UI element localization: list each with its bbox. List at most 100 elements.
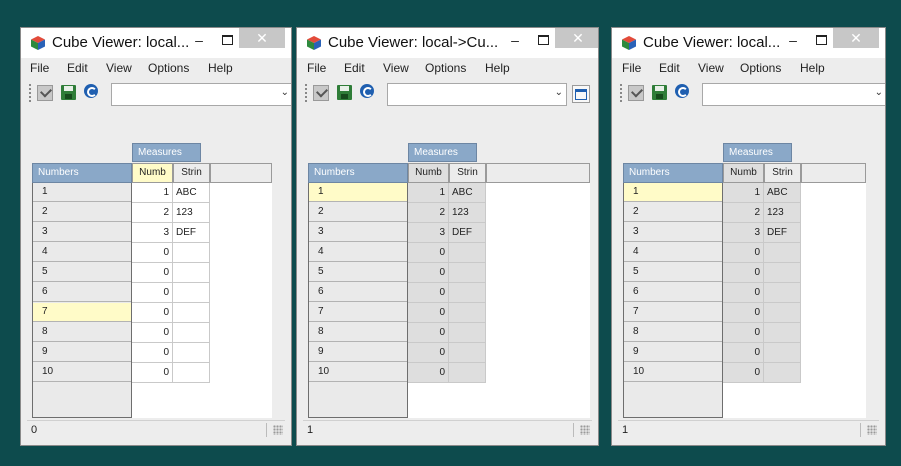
cell-strin[interactable] <box>764 283 801 303</box>
cell-strin[interactable]: ABC <box>764 183 801 203</box>
row-header[interactable]: 8 <box>309 323 407 342</box>
cell-strin[interactable] <box>764 363 801 383</box>
close-button[interactable]: ✕ <box>239 28 285 48</box>
row-header[interactable]: 6 <box>309 283 407 302</box>
row-header[interactable]: 5 <box>33 263 131 282</box>
measures-header[interactable]: Measures <box>132 143 201 162</box>
save-icon[interactable] <box>337 85 352 100</box>
save-icon[interactable] <box>61 85 76 100</box>
cell-numb[interactable]: 0 <box>723 243 764 263</box>
col-header-numb[interactable]: Numb <box>723 163 764 183</box>
col-header-strin[interactable]: Strin <box>764 163 801 183</box>
cell-strin[interactable] <box>173 303 210 323</box>
cube-viewer-window-2[interactable]: Cube Viewer: local->Cu... – ✕ File Edit … <box>296 27 599 446</box>
row-header-selected[interactable]: 7 <box>33 303 131 322</box>
cell-numb[interactable]: 0 <box>723 363 764 383</box>
cell-numb[interactable]: 0 <box>723 343 764 363</box>
view-combo[interactable]: ⌄ <box>387 83 567 106</box>
measures-header[interactable]: Measures <box>408 143 477 162</box>
cell-strin[interactable] <box>173 323 210 343</box>
menu-options[interactable]: Options <box>425 61 466 75</box>
cell-strin[interactable] <box>173 343 210 363</box>
cell-numb[interactable]: 0 <box>132 263 173 283</box>
cell-numb[interactable]: 0 <box>132 303 173 323</box>
cell-strin[interactable]: 123 <box>449 203 486 223</box>
menu-view[interactable]: View <box>383 61 409 75</box>
col-header-numb[interactable]: Numb <box>408 163 449 183</box>
cell-numb[interactable]: 0 <box>132 243 173 263</box>
minimize-button[interactable]: – <box>781 30 805 52</box>
cell-numb[interactable]: 0 <box>408 323 449 343</box>
cell-strin[interactable]: 123 <box>173 203 210 223</box>
maximize-button[interactable] <box>809 30 833 52</box>
cell-strin[interactable]: DEF <box>449 223 486 243</box>
maximize-button[interactable] <box>531 30 555 52</box>
cube-viewer-window-1[interactable]: Cube Viewer: local... – ✕ File Edit View… <box>20 27 292 446</box>
row-header[interactable]: 4 <box>33 243 131 262</box>
menu-edit[interactable]: Edit <box>659 61 680 75</box>
menu-view[interactable]: View <box>698 61 724 75</box>
cell-strin[interactable] <box>449 363 486 383</box>
title-bar[interactable]: Cube Viewer: local->Cu... – ✕ <box>297 28 598 58</box>
cell-strin[interactable] <box>449 343 486 363</box>
row-header[interactable]: 10 <box>309 363 407 382</box>
resize-grip-icon[interactable] <box>273 425 283 435</box>
refresh-icon[interactable] <box>360 84 374 98</box>
menu-help[interactable]: Help <box>800 61 825 75</box>
cell-numb[interactable]: 2 <box>723 203 764 223</box>
col-header-strin[interactable]: Strin <box>449 163 486 183</box>
toolbar-grip[interactable] <box>29 84 31 102</box>
check-icon[interactable] <box>313 85 329 101</box>
refresh-icon[interactable] <box>84 84 98 98</box>
cell-strin[interactable] <box>449 323 486 343</box>
toolbar-grip[interactable] <box>620 84 622 102</box>
row-header[interactable]: 1 <box>33 183 131 202</box>
check-icon[interactable] <box>628 85 644 101</box>
check-icon[interactable] <box>37 85 53 101</box>
row-header-selected[interactable]: 1 <box>309 183 407 202</box>
row-header[interactable]: 2 <box>309 203 407 222</box>
row-header[interactable]: 6 <box>624 283 722 302</box>
row-header[interactable]: 3 <box>33 223 131 242</box>
menu-view[interactable]: View <box>106 61 132 75</box>
cell-strin[interactable] <box>173 363 210 383</box>
cell-numb[interactable]: 0 <box>132 343 173 363</box>
cell-numb[interactable]: 0 <box>408 283 449 303</box>
row-header[interactable]: 9 <box>33 343 131 362</box>
cell-numb[interactable]: 0 <box>723 323 764 343</box>
cell-numb[interactable]: 0 <box>723 283 764 303</box>
cell-numb[interactable]: 1 <box>132 183 173 203</box>
cell-numb[interactable]: 3 <box>408 223 449 243</box>
cell-strin[interactable]: ABC <box>173 183 210 203</box>
row-header[interactable]: 3 <box>624 223 722 242</box>
cell-numb[interactable]: 0 <box>408 263 449 283</box>
cell-numb[interactable]: 0 <box>723 263 764 283</box>
view-combo[interactable]: ⌄ <box>111 83 291 106</box>
view-combo[interactable]: ⌄ <box>702 83 885 106</box>
minimize-button[interactable]: – <box>187 30 211 52</box>
menu-file[interactable]: File <box>307 61 326 75</box>
row-header[interactable]: 7 <box>624 303 722 322</box>
cell-numb[interactable]: 0 <box>132 283 173 303</box>
row-header[interactable]: 3 <box>309 223 407 242</box>
cell-numb[interactable]: 0 <box>408 363 449 383</box>
maximize-button[interactable] <box>215 30 239 52</box>
cell-strin[interactable] <box>449 263 486 283</box>
cell-strin[interactable] <box>764 323 801 343</box>
cell-numb[interactable]: 1 <box>408 183 449 203</box>
menu-file[interactable]: File <box>30 61 49 75</box>
menu-help[interactable]: Help <box>485 61 510 75</box>
cell-strin[interactable] <box>449 303 486 323</box>
save-icon[interactable] <box>652 85 667 100</box>
close-button[interactable]: ✕ <box>555 28 598 48</box>
row-header[interactable]: 7 <box>309 303 407 322</box>
row-header[interactable]: 10 <box>33 363 131 382</box>
row-header[interactable]: 8 <box>624 323 722 342</box>
cell-numb[interactable]: 0 <box>408 243 449 263</box>
menu-edit[interactable]: Edit <box>67 61 88 75</box>
cell-numb[interactable]: 0 <box>408 303 449 323</box>
row-header-selected[interactable]: 1 <box>624 183 722 202</box>
resize-grip-icon[interactable] <box>867 425 877 435</box>
menu-edit[interactable]: Edit <box>344 61 365 75</box>
cell-numb[interactable]: 3 <box>723 223 764 243</box>
